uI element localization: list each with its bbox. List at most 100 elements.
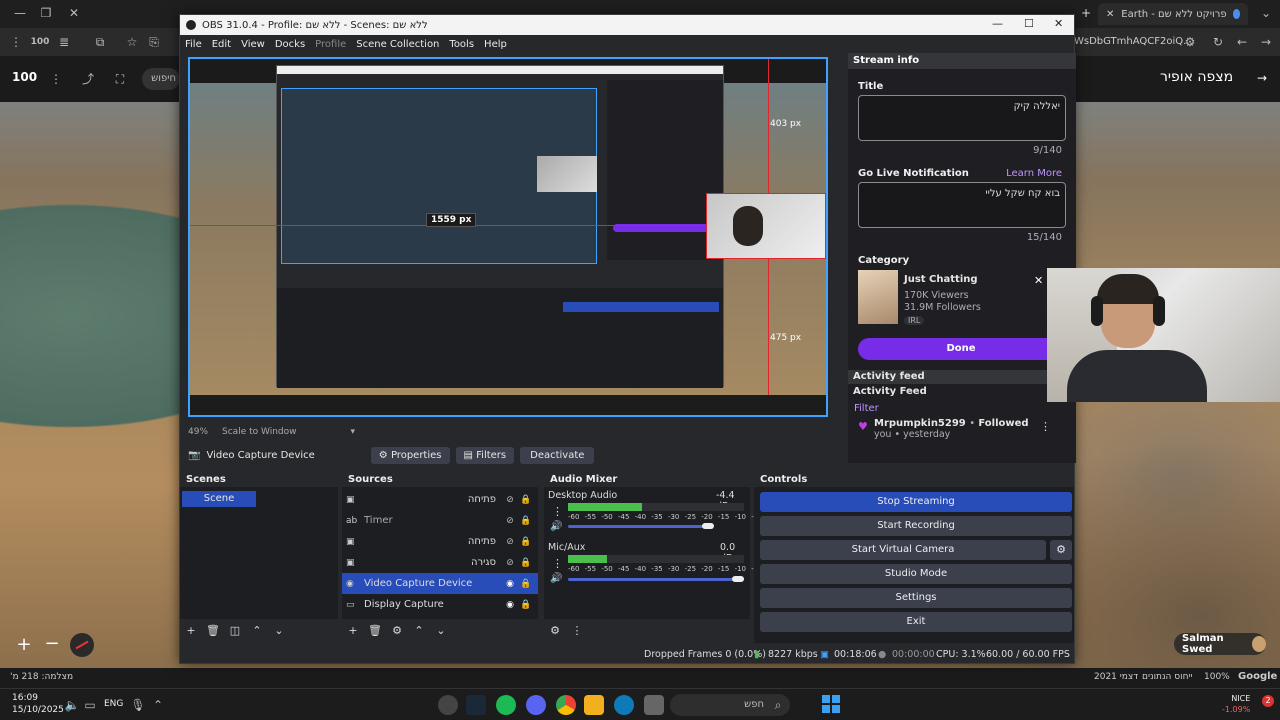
lock-icon[interactable]: 🔒 bbox=[518, 579, 534, 589]
start-recording-button[interactable]: Start Recording bbox=[760, 516, 1072, 536]
move-up-icon[interactable]: ⌃ bbox=[248, 623, 266, 639]
compass-icon[interactable] bbox=[70, 633, 94, 657]
restore-icon[interactable]: ❐ bbox=[36, 4, 56, 22]
language-indicator[interactable]: ENG bbox=[104, 699, 123, 709]
lock-icon[interactable]: 🔒 bbox=[518, 600, 534, 610]
list-icon[interactable]: ≣ bbox=[54, 33, 74, 51]
title-input[interactable]: יאללה קיק bbox=[858, 95, 1066, 141]
minimize-icon[interactable]: — bbox=[992, 17, 1003, 30]
volume-slider[interactable] bbox=[568, 525, 708, 528]
menu-edit[interactable]: Edit bbox=[207, 39, 236, 50]
lock-icon[interactable]: 🔒 bbox=[518, 495, 534, 505]
done-button[interactable]: Done bbox=[858, 338, 1064, 360]
category-tag[interactable]: IRL bbox=[904, 316, 925, 325]
exit-button[interactable]: Exit bbox=[760, 612, 1072, 632]
app-window-icon[interactable] bbox=[644, 695, 664, 715]
volume-icon[interactable]: 🔊 bbox=[550, 521, 562, 532]
eye-icon[interactable]: ◉ bbox=[502, 579, 518, 589]
gear-icon[interactable]: ⚙ bbox=[1050, 540, 1072, 560]
maximize-icon[interactable]: ☐ bbox=[1024, 17, 1034, 30]
lock-icon[interactable]: 🔒 bbox=[518, 537, 534, 547]
lock-icon[interactable]: 🔒 bbox=[518, 558, 534, 568]
filters-button[interactable]: ▤ Filters bbox=[455, 446, 515, 464]
obs-app-icon[interactable] bbox=[438, 695, 458, 715]
arrow-right-icon[interactable]: → bbox=[1252, 69, 1272, 87]
eye-hidden-icon[interactable]: ⊘ bbox=[502, 495, 518, 505]
folder-icon[interactable] bbox=[584, 695, 604, 715]
menu-scene-collection[interactable]: Scene Collection bbox=[351, 39, 444, 50]
advanced-audio-icon[interactable]: ⚙ bbox=[546, 623, 564, 639]
stock-widget[interactable]: NICE -1.09% bbox=[1222, 693, 1250, 715]
settings-button[interactable]: Settings bbox=[760, 588, 1072, 608]
trash-icon[interactable]: 🗑 bbox=[366, 623, 384, 639]
scene-item[interactable]: Scene bbox=[182, 491, 256, 507]
volume-knob[interactable] bbox=[732, 576, 744, 582]
spotify-icon[interactable] bbox=[496, 695, 516, 715]
volume-slider[interactable] bbox=[568, 578, 744, 581]
tab-google-earth[interactable]: ✕ פרויקט ללא שם - Google Earth bbox=[1098, 3, 1248, 25]
trash-icon[interactable]: 🗑 bbox=[204, 623, 222, 639]
move-down-icon[interactable]: ⌄ bbox=[432, 623, 450, 639]
menu-profile[interactable]: Profile bbox=[310, 39, 351, 50]
network-icon[interactable]: ▭ bbox=[80, 696, 100, 714]
preview-canvas[interactable]: 1559 px 403 px 475 px bbox=[188, 57, 828, 417]
back-icon[interactable]: ← bbox=[1232, 33, 1252, 51]
earth-logo[interactable]: 100 bbox=[12, 70, 37, 84]
stop-streaming-button[interactable]: Stop Streaming bbox=[760, 492, 1072, 512]
extension-icon[interactable]: ⧉ bbox=[90, 33, 110, 51]
properties-button[interactable]: ⚙ Properties bbox=[370, 446, 450, 464]
menu-view[interactable]: View bbox=[236, 39, 270, 50]
menu-dots-icon[interactable]: ⋮ bbox=[6, 33, 26, 51]
notifications-icon[interactable]: 2 bbox=[1254, 695, 1274, 715]
move-up-icon[interactable]: ⌃ bbox=[410, 623, 428, 639]
chrome-icon[interactable] bbox=[556, 695, 576, 715]
discord-icon[interactable] bbox=[526, 695, 546, 715]
close-icon[interactable]: ✕ bbox=[64, 4, 84, 22]
add-icon[interactable]: + bbox=[344, 623, 362, 639]
eye-icon[interactable]: ◉ bbox=[502, 600, 518, 610]
source-row[interactable]: ab Timer ⊘ 🔒 bbox=[342, 510, 538, 531]
notification-input[interactable]: בוא קח שקל עליי bbox=[858, 182, 1066, 228]
source-row[interactable]: ▣ סגירה ⊘ 🔒 bbox=[342, 552, 538, 573]
address-bar[interactable]: WsDbGTmhAQCF2oiQ... bbox=[1074, 36, 1193, 47]
close-icon[interactable]: ✕ bbox=[1034, 274, 1046, 287]
fullscreen-icon[interactable]: ⛶ bbox=[110, 70, 130, 88]
deactivate-button[interactable]: Deactivate bbox=[520, 446, 595, 464]
share-icon[interactable]: ⎘ bbox=[144, 33, 164, 51]
minimize-icon[interactable]: — bbox=[10, 4, 30, 22]
windows-start-icon[interactable] bbox=[822, 695, 840, 713]
tab-menu-icon[interactable]: ⌄ bbox=[1256, 4, 1276, 22]
close-tab-icon[interactable]: ✕ bbox=[1106, 9, 1114, 20]
microphone-icon[interactable]: 🎙 bbox=[128, 696, 148, 714]
more-vert-icon[interactable]: ⋮ bbox=[1040, 420, 1051, 433]
filter-link[interactable]: Filter bbox=[848, 399, 1076, 418]
eye-hidden-icon[interactable]: ⊘ bbox=[502, 516, 518, 526]
menu-docks[interactable]: Docks bbox=[270, 39, 310, 50]
eye-hidden-icon[interactable]: ⊘ bbox=[502, 537, 518, 547]
zoom-out-icon[interactable]: − bbox=[40, 633, 64, 657]
close-icon[interactable]: ✕ bbox=[1054, 17, 1063, 30]
source-row-selected[interactable]: ◉ Video Capture Device ◉ 🔒 bbox=[342, 573, 538, 594]
share-icon[interactable]: ⤴ bbox=[78, 70, 98, 88]
earth-logo-icon[interactable]: 100 bbox=[30, 33, 50, 51]
volume-icon[interactable]: 🔈 bbox=[62, 696, 82, 714]
menu-help[interactable]: Help bbox=[479, 39, 512, 50]
source-row[interactable]: ▣ פתיחה ⊘ 🔒 bbox=[342, 531, 538, 552]
edge-icon[interactable] bbox=[614, 695, 634, 715]
more-vert-icon[interactable]: ⋮ bbox=[46, 70, 66, 88]
lock-icon[interactable]: 🔒 bbox=[518, 516, 534, 526]
source-row[interactable]: ▣ פתיחה ⊘ 🔒 bbox=[342, 489, 538, 510]
eye-hidden-icon[interactable]: ⊘ bbox=[502, 558, 518, 568]
add-icon[interactable]: + bbox=[182, 623, 200, 639]
filter-icon[interactable]: ◫ bbox=[226, 623, 244, 639]
more-vert-icon[interactable]: ⋮ bbox=[552, 557, 563, 570]
reload-icon[interactable]: ↻ bbox=[1208, 33, 1228, 51]
steam-icon[interactable] bbox=[466, 695, 486, 715]
tray-chevron-icon[interactable]: ⌃ bbox=[148, 696, 168, 714]
volume-icon[interactable]: 🔊 bbox=[550, 573, 562, 584]
search-input[interactable]: חיפוש bbox=[142, 68, 180, 90]
forward-icon[interactable]: → bbox=[1256, 33, 1276, 51]
data-attribution[interactable]: ייחוס הנתונים bbox=[1142, 672, 1193, 682]
tune-icon[interactable]: ⚙ bbox=[1180, 33, 1200, 51]
clock[interactable]: 16:09 15/10/2025 bbox=[12, 692, 64, 716]
